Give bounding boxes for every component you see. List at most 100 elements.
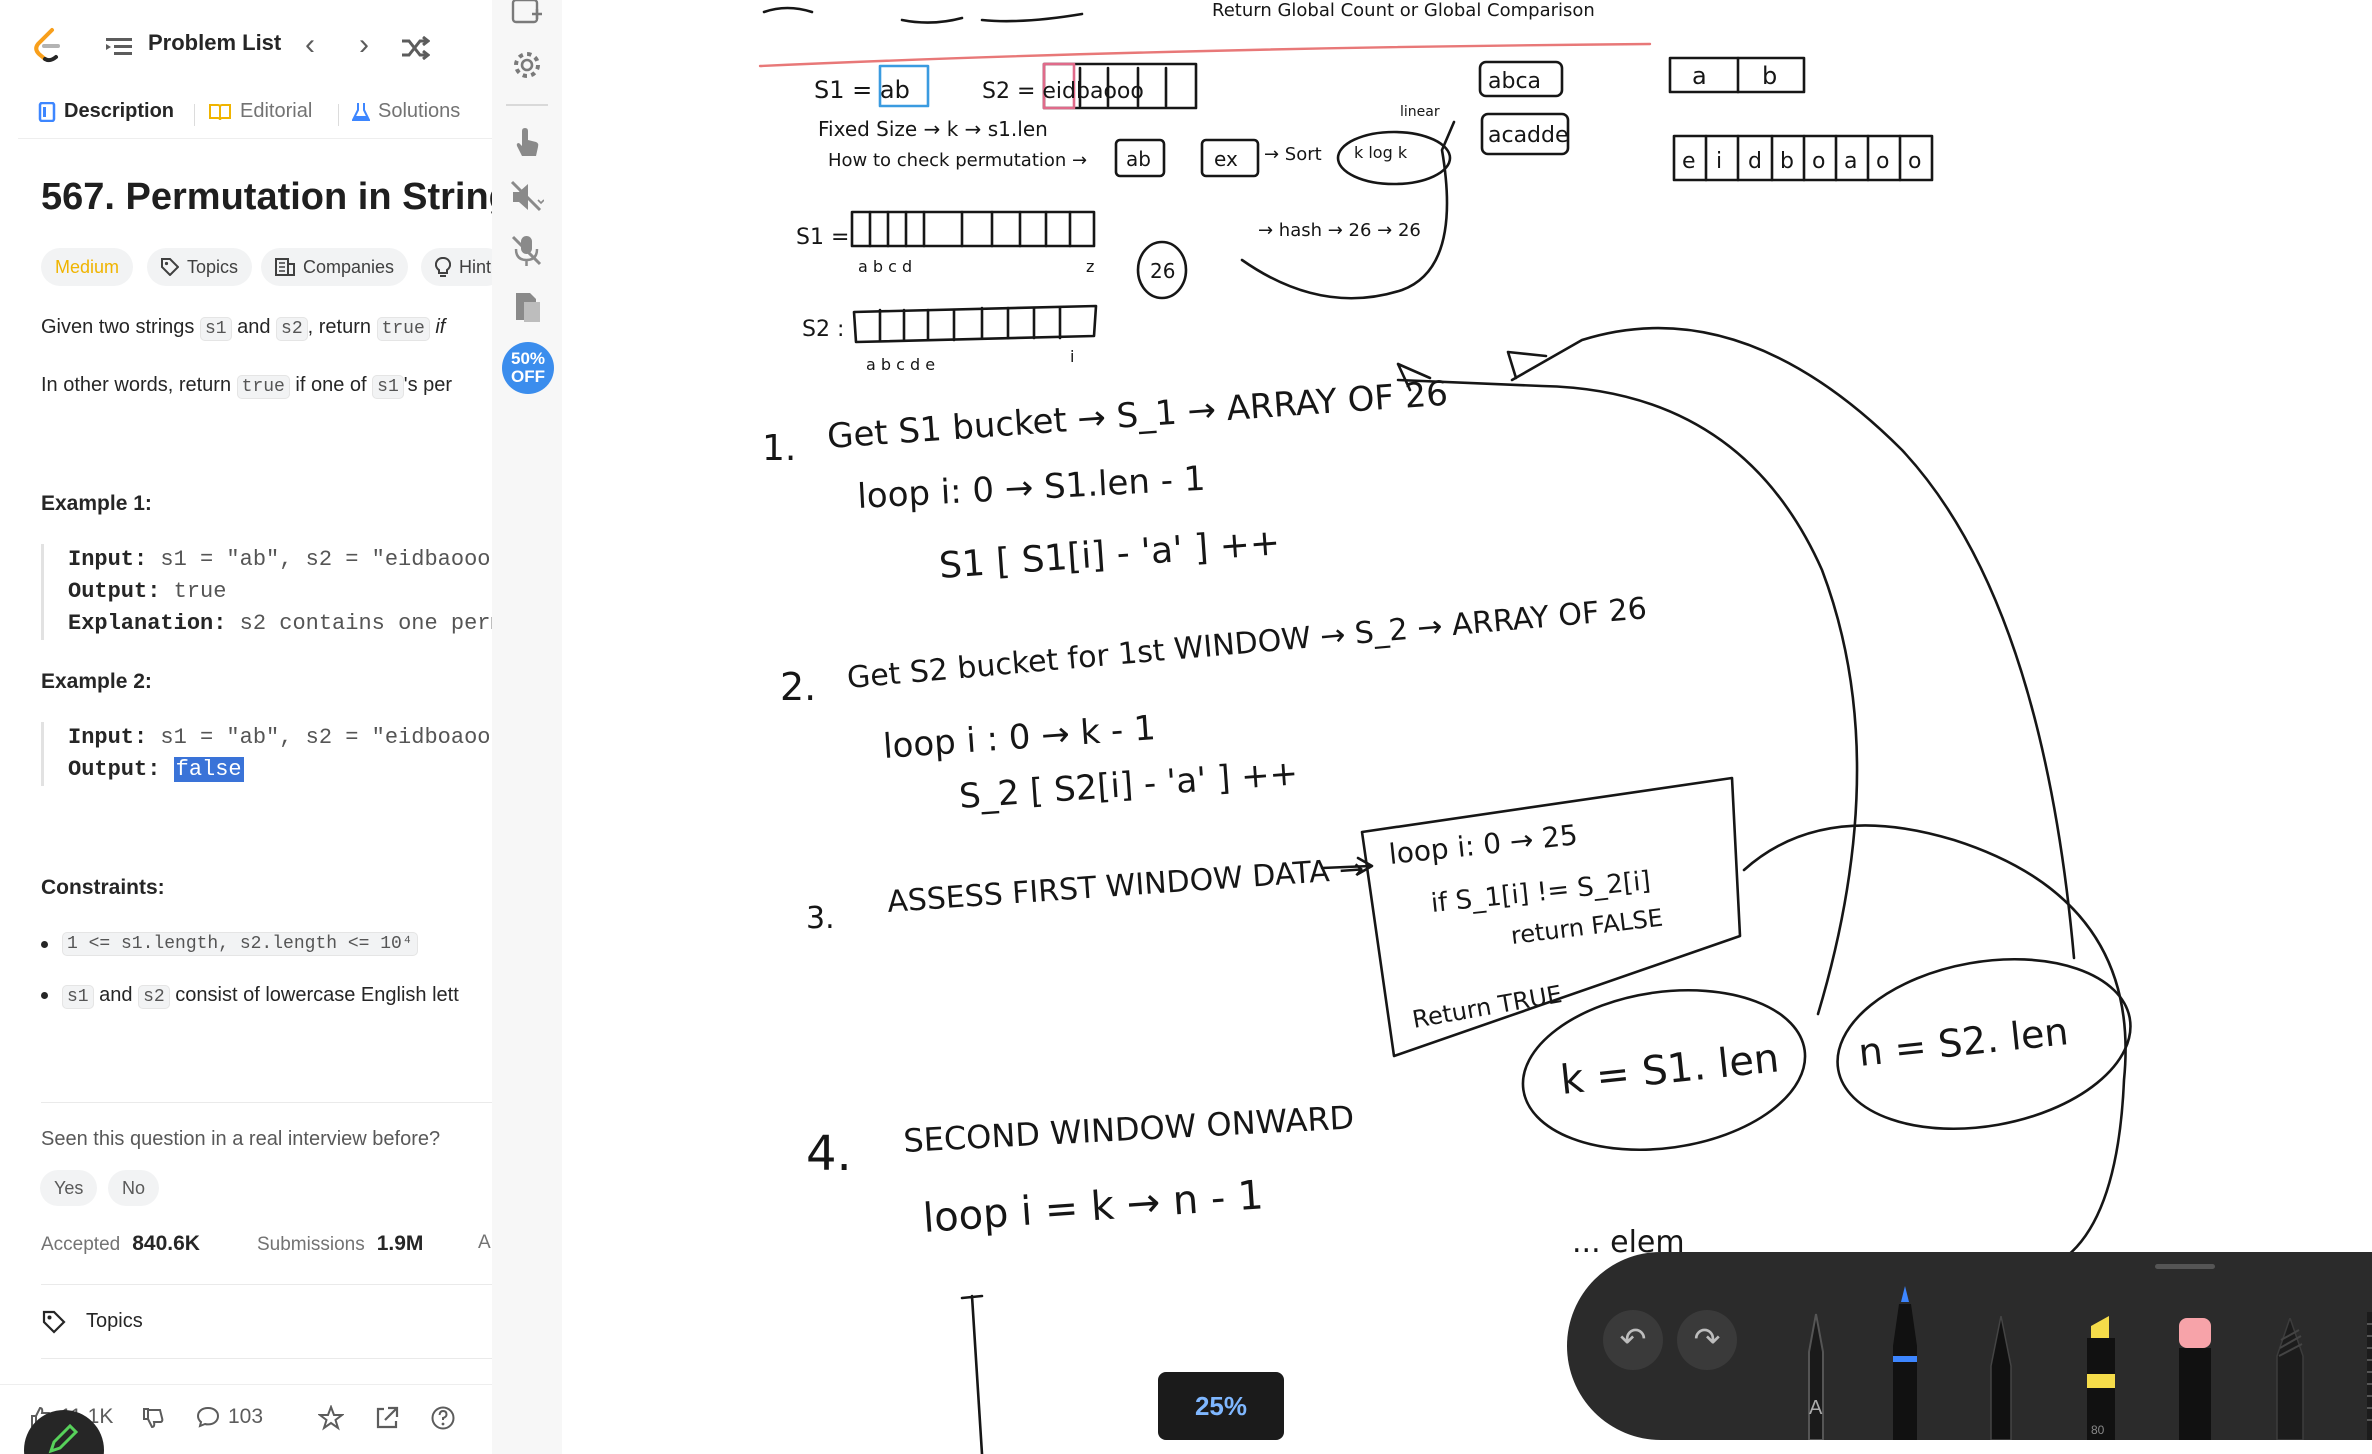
toolbar-grip[interactable] xyxy=(2155,1264,2215,1269)
note-26: 26 xyxy=(1150,259,1175,283)
text: if xyxy=(429,316,446,338)
comments-button[interactable]: 103 xyxy=(196,1405,263,1429)
label: Input: xyxy=(68,547,148,572)
next-problem-icon[interactable]: › xyxy=(350,30,378,62)
yes-button[interactable]: Yes xyxy=(40,1170,98,1206)
step2-number: 2. xyxy=(780,665,816,709)
tab-editorial[interactable]: Editorial xyxy=(208,100,312,123)
label: Accepted xyxy=(41,1234,121,1255)
note-sort: → Sort xyxy=(1264,144,1322,165)
undo-button[interactable]: ↶ xyxy=(1603,1310,1663,1370)
box3-line1: loop i: 0 → 25 xyxy=(1387,818,1579,871)
speaker-mute-icon[interactable] xyxy=(510,180,544,214)
step3-text: ASSESS FIRST WINDOW DATA → xyxy=(886,852,1365,920)
note-abca: abca xyxy=(1488,69,1541,94)
shuffle-icon[interactable] xyxy=(400,36,430,60)
label: A xyxy=(478,1232,491,1253)
ink-layer[interactable]: Return Global Count or Global Comparison… xyxy=(562,0,2372,1454)
topics-section[interactable]: Topics xyxy=(86,1310,143,1333)
mic-mute-icon[interactable] xyxy=(510,234,544,268)
text: , return xyxy=(307,316,377,338)
note-eid-1: i xyxy=(1716,149,1722,174)
tab-divider xyxy=(194,104,195,126)
marker-level: 80 xyxy=(2091,1423,2105,1437)
redo-button[interactable]: ↷ xyxy=(1677,1310,1737,1370)
ink-dividers xyxy=(878,306,1062,342)
text: consist of lowercase English lett xyxy=(175,984,459,1006)
note-s2: S2 = eidbaooo xyxy=(982,79,1144,104)
highlighter-tool-icon[interactable]: 80 xyxy=(2079,1310,2121,1440)
tab-label: Solutions xyxy=(378,100,461,122)
note-fixed: Fixed Size → k → s1.len xyxy=(818,117,1048,141)
note-s2-letters: a b c d e xyxy=(866,355,935,374)
eraser-tool-icon[interactable] xyxy=(2173,1314,2217,1440)
thumbs-down-icon[interactable] xyxy=(142,1407,164,1429)
divider xyxy=(41,1284,492,1285)
label: Submissions xyxy=(257,1234,365,1255)
text: 's per xyxy=(403,374,453,396)
note-ex: ex xyxy=(1214,147,1238,171)
problem-title: 567. Permutation in String xyxy=(41,176,493,218)
pen-tool-icon[interactable]: A xyxy=(1793,1312,1839,1440)
code-s2: s2 xyxy=(138,985,170,1009)
ink-dividers xyxy=(1704,134,1902,182)
ink-stroke xyxy=(762,6,814,14)
companies-tag[interactable]: Companies xyxy=(261,248,409,286)
tab-solutions[interactable]: Solutions xyxy=(352,100,460,123)
note-eid-6: o xyxy=(1876,149,1889,174)
pages-icon[interactable] xyxy=(510,290,544,324)
prev-problem-icon[interactable]: ‹ xyxy=(296,30,324,62)
constraints-heading: Constraints: xyxy=(41,876,165,899)
note-eid-7: o xyxy=(1908,149,1921,174)
note-s1-arr: S1 = xyxy=(796,225,849,250)
pencil-tool-icon[interactable] xyxy=(2269,1318,2311,1440)
box3-line3: return FALSE xyxy=(1509,904,1664,950)
code-s2: s2 xyxy=(276,317,308,341)
whiteboard-canvas[interactable]: Return Global Count or Global Comparison… xyxy=(562,0,2372,1454)
ink-stroke xyxy=(960,1294,984,1454)
value: true xyxy=(160,579,227,604)
offer-badge[interactable]: 50% OFF xyxy=(502,342,554,394)
tab-description[interactable]: Description xyxy=(38,100,174,123)
description-line-1: Given two strings s1 and s2, return true… xyxy=(41,316,446,341)
step1-loop: loop i: 0 → S1.len - 1 xyxy=(856,459,1206,517)
help-icon[interactable] xyxy=(430,1405,456,1431)
example-2-block: Input: s1 = "ab", s2 = "eidboaoo" Output… xyxy=(41,722,492,786)
bullet xyxy=(41,992,48,999)
pen-letter: A xyxy=(1809,1397,1823,1419)
share-icon[interactable] xyxy=(374,1405,400,1431)
note-s2-i: i xyxy=(1070,347,1074,366)
screenshot-icon[interactable] xyxy=(510,0,544,28)
blue-pen-tool-icon[interactable] xyxy=(1885,1286,1925,1440)
leetcode-logo-icon[interactable] xyxy=(30,26,68,64)
note-acadde: acadde xyxy=(1488,123,1569,148)
topics-tag[interactable]: Topics xyxy=(147,248,253,286)
note-eid-0: e xyxy=(1682,149,1696,174)
annotation-strip: 50% OFF xyxy=(492,0,563,1454)
flask-icon xyxy=(352,102,370,121)
difficulty-badge: Medium xyxy=(41,248,134,286)
problem-list-link[interactable]: Problem List xyxy=(148,30,281,56)
submissions-stat: Submissions 1.9M xyxy=(257,1232,423,1256)
step2-text: Get S2 bucket for 1st WINDOW → S_2 → ARR… xyxy=(846,591,1649,696)
step3-number: 3. xyxy=(806,901,835,936)
zoom-level[interactable]: 25% xyxy=(1158,1372,1284,1440)
list-icon[interactable] xyxy=(106,36,132,58)
star-icon[interactable] xyxy=(318,1405,344,1431)
note-top: Return Global Count or Global Comparison xyxy=(1212,0,1595,21)
gear-icon[interactable] xyxy=(510,48,544,82)
ruler-tool-icon[interactable] xyxy=(2363,1312,2372,1440)
tab-bar: Description Editorial Solutions xyxy=(18,90,492,139)
selected-text[interactable]: false xyxy=(173,757,244,782)
code-true: true xyxy=(376,317,430,341)
example-1-heading: Example 1: xyxy=(41,492,152,515)
no-button[interactable]: No xyxy=(108,1170,160,1206)
note-count: → hash → 26 → 26 xyxy=(1258,220,1421,241)
tag-label: Companies xyxy=(303,256,395,277)
hand-pointer-icon[interactable] xyxy=(510,126,544,160)
step4-loop: loop i = k → n - 1 xyxy=(921,1172,1264,1242)
fineliner-tool-icon[interactable] xyxy=(1981,1316,2021,1440)
label: Explanation: xyxy=(68,611,227,636)
hint-tag[interactable]: Hint xyxy=(421,248,492,286)
building-icon xyxy=(275,258,295,276)
